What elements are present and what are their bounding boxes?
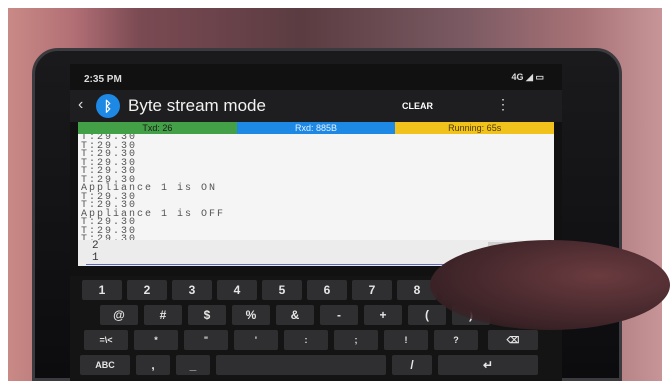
keyboard-key[interactable]: : — [284, 330, 328, 350]
keyboard-key[interactable]: + — [364, 305, 402, 325]
terminal-line: Appliance 1 is OFF — [81, 208, 226, 220]
terminal-line: Appliance 1 is ON — [81, 183, 218, 194]
rx-counter: Rxd: 885B — [236, 122, 396, 134]
terminal-line: T:29.30 — [81, 166, 138, 177]
app-bar: ‹ ᛒ Byte stream mode CLEAR ⋮ — [70, 90, 562, 122]
keyboard-key[interactable]: 1 — [82, 280, 122, 300]
terminal-line: T:29.30 — [81, 134, 138, 143]
terminal-line: T:29.30 — [81, 217, 138, 228]
signal-icon: ◢ — [526, 72, 533, 82]
keyboard-key[interactable] — [216, 355, 386, 375]
hand-overlay — [430, 240, 670, 330]
keyboard-key[interactable]: ' — [234, 330, 278, 350]
status-time: 2:35 PM — [84, 74, 122, 85]
keyboard-key[interactable]: ? — [434, 330, 478, 350]
status-bar: 2:35 PM 4G ◢ ▭ — [70, 64, 562, 90]
clear-button[interactable]: CLEAR — [402, 101, 433, 111]
keyboard-key[interactable]: / — [392, 355, 432, 375]
tx-counter: Txd: 26 — [78, 122, 237, 134]
keyboard-key[interactable]: # — [144, 305, 182, 325]
keyboard-key[interactable]: , — [136, 355, 170, 375]
keyboard-key[interactable]: ( — [408, 305, 446, 325]
terminal-line: T:29.30 — [81, 157, 138, 169]
battery-icon: ▭ — [535, 72, 544, 82]
app-title: Byte stream mode — [128, 96, 266, 115]
stats-bar: Txd: 26 Rxd: 885B Running: 65s — [78, 122, 555, 134]
chevron-left-icon[interactable]: ‹ — [78, 96, 83, 114]
keyboard-key[interactable]: ABC — [80, 355, 130, 375]
keyboard-key[interactable]: " — [184, 330, 228, 350]
keyboard-key[interactable]: 3 — [172, 280, 212, 300]
keyboard-key[interactable]: $ — [188, 305, 226, 325]
terminal-line: T:29.30 — [81, 149, 138, 160]
keyboard-key[interactable]: & — [276, 305, 314, 325]
keyboard-key[interactable]: 7 — [352, 280, 392, 300]
keyboard-key[interactable]: @ — [100, 305, 138, 325]
keyboard-key[interactable]: 6 — [307, 280, 347, 300]
keyboard-key[interactable]: 4 — [217, 280, 257, 300]
keyboard-key[interactable]: 5 — [262, 280, 302, 300]
keyboard-key[interactable]: % — [232, 305, 270, 325]
keyboard-key[interactable]: ⌫ — [488, 330, 538, 350]
terminal-output: T:29.30 T:29.30 T:29.30 T:29.30 T:29.30 T:29.… — [78, 134, 554, 240]
terminal-line: T:29.30 — [81, 140, 138, 152]
keyboard-key[interactable]: ; — [334, 330, 378, 350]
phone-screen: 2:35 PM 4G ◢ ▭ ‹ ᛒ Byte stream mode CLEA… — [70, 64, 562, 381]
terminal-line: T:29.30 — [81, 225, 138, 237]
keyboard-key[interactable]: * — [134, 330, 178, 350]
keyboard-key[interactable]: =\< — [84, 330, 128, 350]
bluetooth-icon: ᛒ — [96, 94, 120, 118]
keyboard-key[interactable]: ↵ — [438, 355, 538, 375]
running-timer: Running: 65s — [395, 122, 555, 134]
signal-battery-icons: 4G ◢ ▭ — [512, 72, 544, 83]
keyboard-key[interactable]: - — [320, 305, 358, 325]
terminal-line: T:29.30 — [81, 191, 138, 203]
keyboard-key[interactable]: _ — [176, 355, 210, 375]
more-vertical-icon[interactable]: ⋮ — [496, 96, 510, 113]
keyboard-key[interactable]: ! — [384, 330, 428, 350]
network-type: 4G — [511, 72, 524, 82]
keyboard-key[interactable]: 2 — [127, 280, 167, 300]
input-underline — [86, 264, 476, 265]
